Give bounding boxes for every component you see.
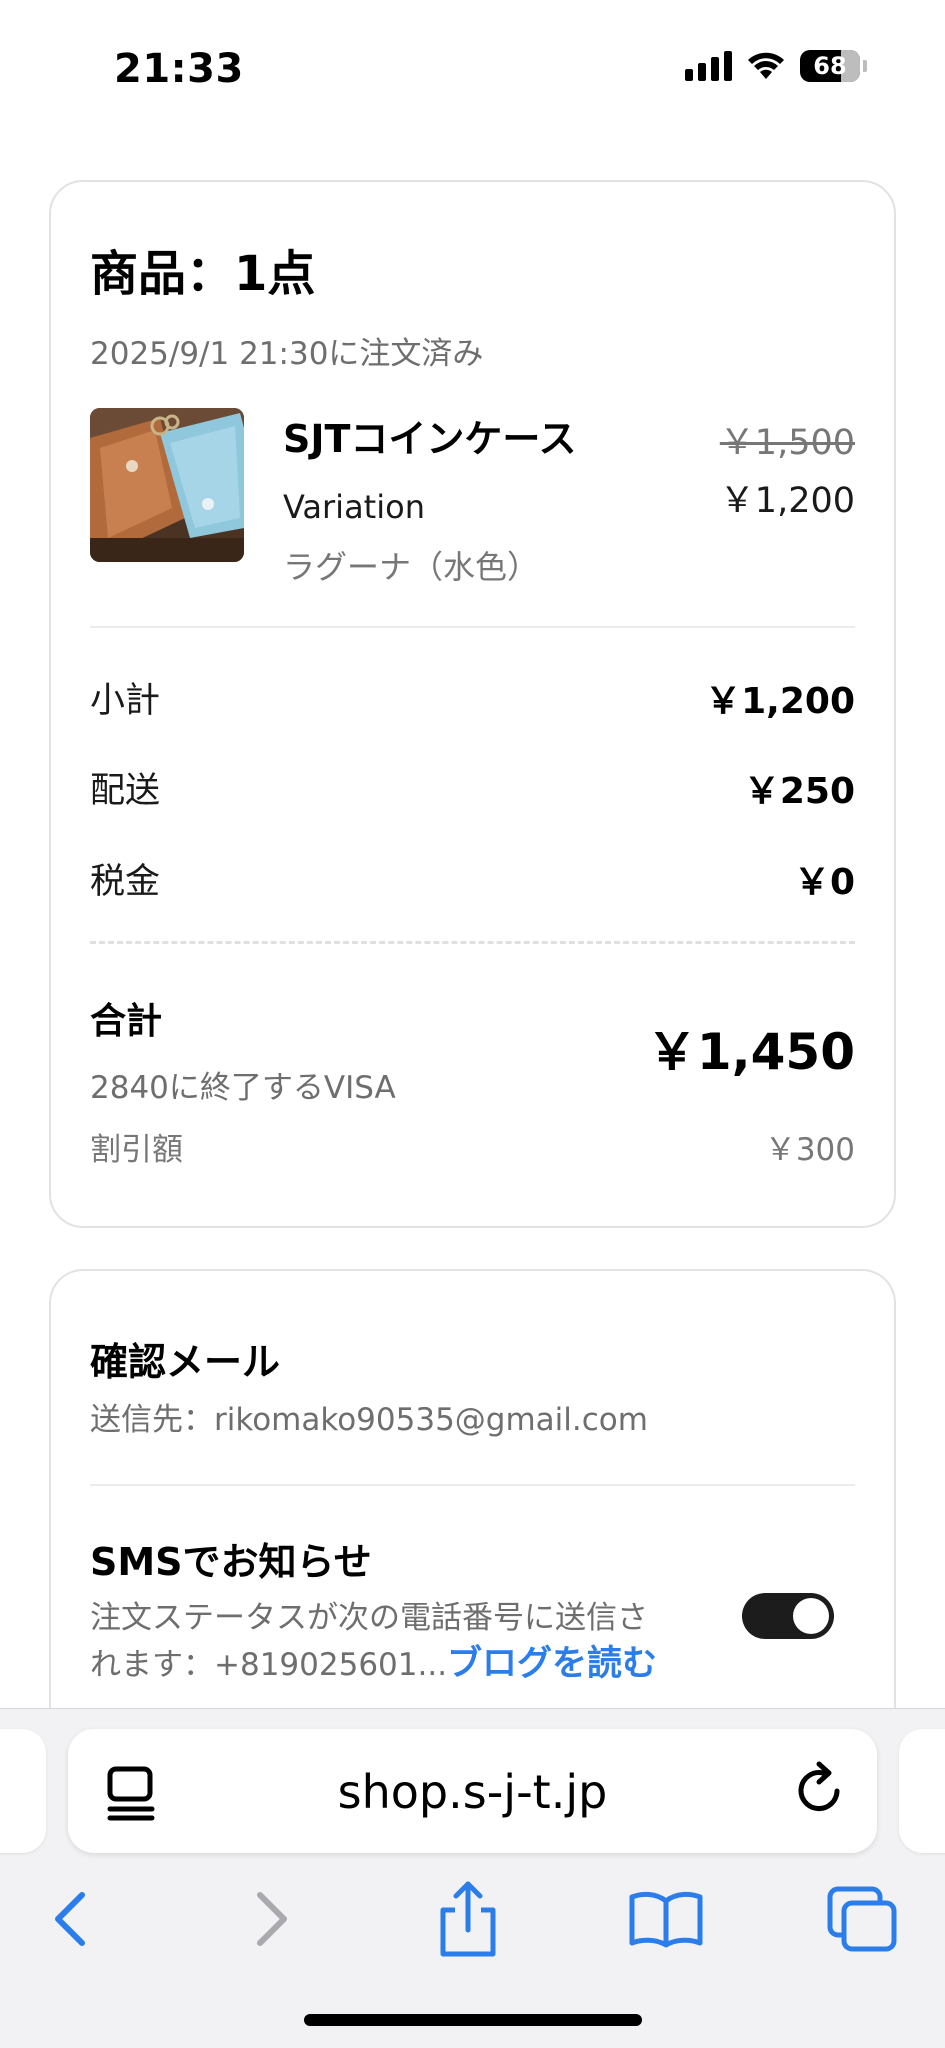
share-icon xyxy=(440,1881,496,1957)
total-label: 合計 xyxy=(90,1001,163,1042)
total-value: ￥1,450 xyxy=(646,1023,855,1081)
shipping-label: 配送 xyxy=(90,771,161,811)
price-original: ￥1,500 xyxy=(719,423,855,463)
product-variation-label: Variation xyxy=(283,488,425,526)
status-time: 21:33 xyxy=(114,46,244,92)
email-title: 確認メール xyxy=(90,1340,281,1384)
tax-label: 税金 xyxy=(90,862,161,902)
reload-icon[interactable] xyxy=(793,1761,849,1821)
dashed-divider xyxy=(90,941,855,944)
sms-title: SMSでお知らせ xyxy=(90,1540,372,1584)
status-icons: 68 xyxy=(685,50,867,82)
previous-tab-peek[interactable] xyxy=(0,1729,46,1853)
address-bar[interactable]: shop.s-j-t.jp xyxy=(68,1729,877,1853)
share-button[interactable] xyxy=(428,1879,508,1959)
email-text: 送信先：rikomako90535@gmail.com xyxy=(90,1402,648,1438)
shipping-value: ￥250 xyxy=(743,771,855,812)
sms-text-line2: れます：+819025601... xyxy=(90,1647,448,1683)
bookmarks-icon xyxy=(629,1891,703,1948)
url-text[interactable]: shop.s-j-t.jp xyxy=(68,1765,877,1819)
payment-method: 2840に終了するVISA xyxy=(90,1070,396,1106)
battery-cap xyxy=(863,60,867,72)
wifi-icon xyxy=(748,52,784,79)
bookmarks-button[interactable] xyxy=(626,1879,706,1959)
status-bar: 21:33 68 xyxy=(0,0,945,130)
subtotal-label: 小計 xyxy=(90,681,161,721)
back-icon xyxy=(55,1892,85,1946)
next-tab-peek[interactable] xyxy=(899,1729,945,1853)
order-summary-card: 商品：1点 2025/9/1 21:30に注文済み SJTコインケース Vari… xyxy=(49,180,896,1228)
product-variation-value: ラグーナ（水色） xyxy=(283,548,540,586)
subtotal-value: ￥1,200 xyxy=(705,681,855,722)
order-date: 2025/9/1 21:30に注文済み xyxy=(90,336,484,372)
divider xyxy=(90,1484,855,1486)
forward-button[interactable] xyxy=(232,1879,312,1959)
sms-text: 注文ステータスが次の電話番号に送信さ れます：+819025601...ブログを… xyxy=(90,1595,657,1688)
forward-icon xyxy=(257,1892,287,1946)
signal-icon xyxy=(685,51,732,81)
read-blog-link[interactable]: ブログを読む xyxy=(447,1644,657,1684)
discount-label: 割引額 xyxy=(90,1132,183,1168)
tabs-icon xyxy=(827,1886,897,1952)
battery-percent: 68 xyxy=(813,52,847,80)
home-indicator[interactable] xyxy=(304,2014,642,2026)
product-image[interactable] xyxy=(90,408,244,562)
price-current: ￥1,200 xyxy=(719,481,855,521)
sms-text-line1: 注文ステータスが次の電話番号に送信さ xyxy=(90,1600,648,1636)
discount-value: ￥300 xyxy=(764,1132,855,1168)
sms-toggle[interactable] xyxy=(742,1593,834,1639)
tabs-button[interactable] xyxy=(822,1879,902,1959)
battery-icon: 68 xyxy=(800,50,860,82)
order-title: 商品：1点 xyxy=(90,246,316,302)
browser-bottom-bar: shop.s-j-t.jp xyxy=(0,1708,945,2048)
product-name[interactable]: SJTコインケース xyxy=(283,408,577,463)
browser-toolbar xyxy=(0,1869,945,1969)
divider xyxy=(90,626,855,628)
back-button[interactable] xyxy=(30,1879,110,1959)
tax-value: ￥0 xyxy=(793,862,855,903)
